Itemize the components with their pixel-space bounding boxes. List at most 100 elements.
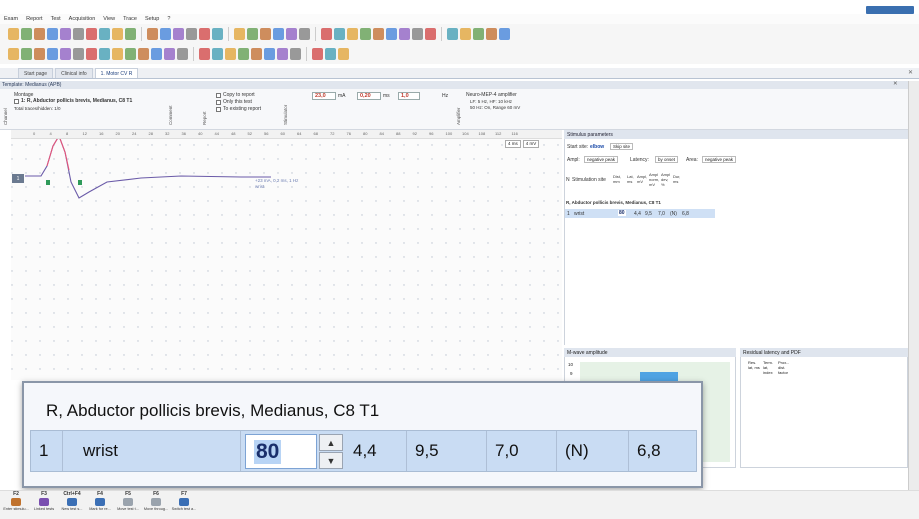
row-distance-input[interactable]: 80 bbox=[618, 210, 626, 216]
fkey-mark-for-report[interactable]: F4 Mark for re... bbox=[87, 491, 113, 511]
only-this-test-checkbox[interactable] bbox=[216, 100, 221, 105]
toolbar-tool-icon[interactable] bbox=[212, 48, 223, 60]
toolbar-tool-icon[interactable] bbox=[186, 28, 197, 40]
menu-help[interactable]: ? bbox=[167, 16, 170, 22]
to-existing-report-checkbox[interactable] bbox=[216, 107, 221, 112]
toolbar-tool-icon[interactable] bbox=[212, 28, 223, 40]
toolbar-tool-icon[interactable] bbox=[8, 28, 19, 40]
toolbar-tool-icon[interactable] bbox=[225, 48, 236, 60]
toolbar-tool-icon[interactable] bbox=[499, 28, 510, 40]
toolbar-tool-icon[interactable] bbox=[460, 28, 471, 40]
toolbar-tool-icon[interactable] bbox=[260, 28, 271, 40]
toolbar-tool-icon[interactable] bbox=[399, 28, 410, 40]
fkey-move-through[interactable]: F6 Move throug... bbox=[143, 491, 169, 511]
frequency-input[interactable]: 1,0 bbox=[398, 92, 420, 100]
toolbar-tool-icon[interactable] bbox=[386, 28, 397, 40]
toolbar-tool-icon[interactable] bbox=[299, 28, 310, 40]
toolbar-tool-icon[interactable] bbox=[47, 48, 58, 60]
toolbar-tool-icon[interactable] bbox=[325, 48, 336, 60]
fkey-linked-tests[interactable]: F3 Linked tests bbox=[31, 491, 57, 511]
toolbar-tool-icon[interactable] bbox=[273, 28, 284, 40]
pulse-width-input[interactable]: 0,20 bbox=[357, 92, 381, 100]
toolbar-tool-icon[interactable] bbox=[125, 28, 136, 40]
montage-checkbox[interactable] bbox=[14, 99, 19, 104]
toolbar-tool-icon[interactable] bbox=[199, 48, 210, 60]
toolbar-tool-icon[interactable] bbox=[86, 28, 97, 40]
toolbar-tool-icon[interactable] bbox=[360, 28, 371, 40]
toolbar-tool-icon[interactable] bbox=[334, 28, 345, 40]
close-icon[interactable]: ✕ bbox=[908, 69, 913, 76]
toolbar-tool-icon[interactable] bbox=[47, 28, 58, 40]
toolbar-tool-icon[interactable] bbox=[151, 48, 162, 60]
toolbar-tool-icon[interactable] bbox=[264, 48, 275, 60]
tab-clinical-info[interactable]: Clinical info bbox=[55, 68, 93, 78]
menu-acquisition[interactable]: Acquisition bbox=[69, 16, 96, 22]
copy-to-report-checkbox[interactable] bbox=[216, 93, 221, 98]
toolbar-tool-icon[interactable] bbox=[99, 48, 110, 60]
toolbar-tool-icon[interactable] bbox=[86, 48, 97, 60]
menu-exam[interactable]: Exam bbox=[4, 16, 18, 22]
toolbar-tool-icon[interactable] bbox=[138, 48, 149, 60]
toolbar-tool-icon[interactable] bbox=[112, 28, 123, 40]
toolbar-tool-icon[interactable] bbox=[234, 28, 245, 40]
menu-trace[interactable]: Trace bbox=[123, 16, 137, 22]
stim-intensity-input[interactable]: 23,0 bbox=[312, 92, 336, 100]
toolbar-tool-icon[interactable] bbox=[347, 28, 358, 40]
menu-view[interactable]: View bbox=[103, 16, 115, 22]
channel-badge[interactable]: 1 bbox=[12, 174, 24, 183]
menu-setup[interactable]: Setup bbox=[145, 16, 159, 22]
tab-motor-cv[interactable]: 1. Motor CV R bbox=[94, 68, 139, 78]
toolbar-tool-icon[interactable] bbox=[125, 48, 136, 60]
toolbar-tool-icon[interactable] bbox=[199, 28, 210, 40]
spin-down-button[interactable]: ▼ bbox=[319, 452, 343, 469]
ampl-select[interactable]: negative peak bbox=[584, 156, 619, 163]
toolbar-tool-icon[interactable] bbox=[60, 28, 71, 40]
toolbar-tool-icon[interactable] bbox=[73, 48, 84, 60]
fkey-move-test[interactable]: F5 Move test t... bbox=[115, 491, 141, 511]
toolbar-tool-icon[interactable] bbox=[173, 28, 184, 40]
onset-marker[interactable] bbox=[46, 180, 50, 185]
toolbar-tool-icon[interactable] bbox=[21, 28, 32, 40]
toolbar-tool-icon[interactable] bbox=[373, 28, 384, 40]
toolbar-tool-icon[interactable] bbox=[286, 28, 297, 40]
amplitude-scale-select[interactable]: 4 mV bbox=[522, 140, 540, 148]
toolbar-tool-icon[interactable] bbox=[473, 28, 484, 40]
skip-site-button[interactable]: Skip site bbox=[610, 143, 634, 150]
latency-select[interactable]: by onset bbox=[655, 156, 679, 163]
menu-test[interactable]: Test bbox=[51, 16, 61, 22]
distance-input[interactable]: 80 bbox=[245, 434, 317, 469]
toolbar-tool-icon[interactable] bbox=[34, 28, 45, 40]
toolbar-tool-icon[interactable] bbox=[338, 48, 349, 60]
toolbar-tool-icon[interactable] bbox=[277, 48, 288, 60]
table-row[interactable]: 1 wrist 80 4,4 9,5 7,0 (N) 6,8 bbox=[565, 209, 715, 218]
menu-report[interactable]: Report bbox=[26, 16, 43, 22]
toolbar-tool-icon[interactable] bbox=[112, 48, 123, 60]
waveform-plot[interactable] bbox=[11, 130, 562, 380]
window-controls[interactable] bbox=[866, 6, 914, 14]
toolbar-tool-icon[interactable] bbox=[34, 48, 45, 60]
toolbar-tool-icon[interactable] bbox=[21, 48, 32, 60]
fkey-switch-test[interactable]: F7 Switch test a... bbox=[171, 491, 197, 511]
toolbar-tool-icon[interactable] bbox=[177, 48, 188, 60]
toolbar-tool-icon[interactable] bbox=[147, 28, 158, 40]
fkey-new-test[interactable]: Ctrl+F4 New test s... bbox=[59, 491, 85, 511]
time-scale-select[interactable]: 4 ms bbox=[505, 140, 521, 148]
toolbar-tool-icon[interactable] bbox=[60, 48, 71, 60]
fkey-enter-stimulus[interactable]: F2 Enter stimulu... bbox=[3, 491, 29, 511]
toolbar-tool-icon[interactable] bbox=[73, 28, 84, 40]
toolbar-tool-icon[interactable] bbox=[247, 28, 258, 40]
side-dock-strip[interactable] bbox=[908, 81, 919, 519]
peak-marker[interactable] bbox=[78, 180, 82, 185]
toolbar-tool-icon[interactable] bbox=[486, 28, 497, 40]
toolbar-tool-icon[interactable] bbox=[238, 48, 249, 60]
spin-up-button[interactable]: ▲ bbox=[319, 434, 343, 451]
toolbar-tool-icon[interactable] bbox=[99, 28, 110, 40]
pin-close-icon[interactable]: ✕ bbox=[893, 81, 898, 87]
toolbar-tool-icon[interactable] bbox=[290, 48, 301, 60]
area-select[interactable]: negative peak bbox=[702, 156, 737, 163]
zoom-table-row[interactable]: 1 wrist 80 ▲ ▼ 4,4 9,5 7,0 (N) 6,8 bbox=[30, 430, 697, 472]
toolbar-tool-icon[interactable] bbox=[160, 28, 171, 40]
start-site-value[interactable]: elbow bbox=[590, 144, 604, 150]
tab-start-page[interactable]: Start page bbox=[18, 68, 54, 78]
toolbar-tool-icon[interactable] bbox=[321, 28, 332, 40]
